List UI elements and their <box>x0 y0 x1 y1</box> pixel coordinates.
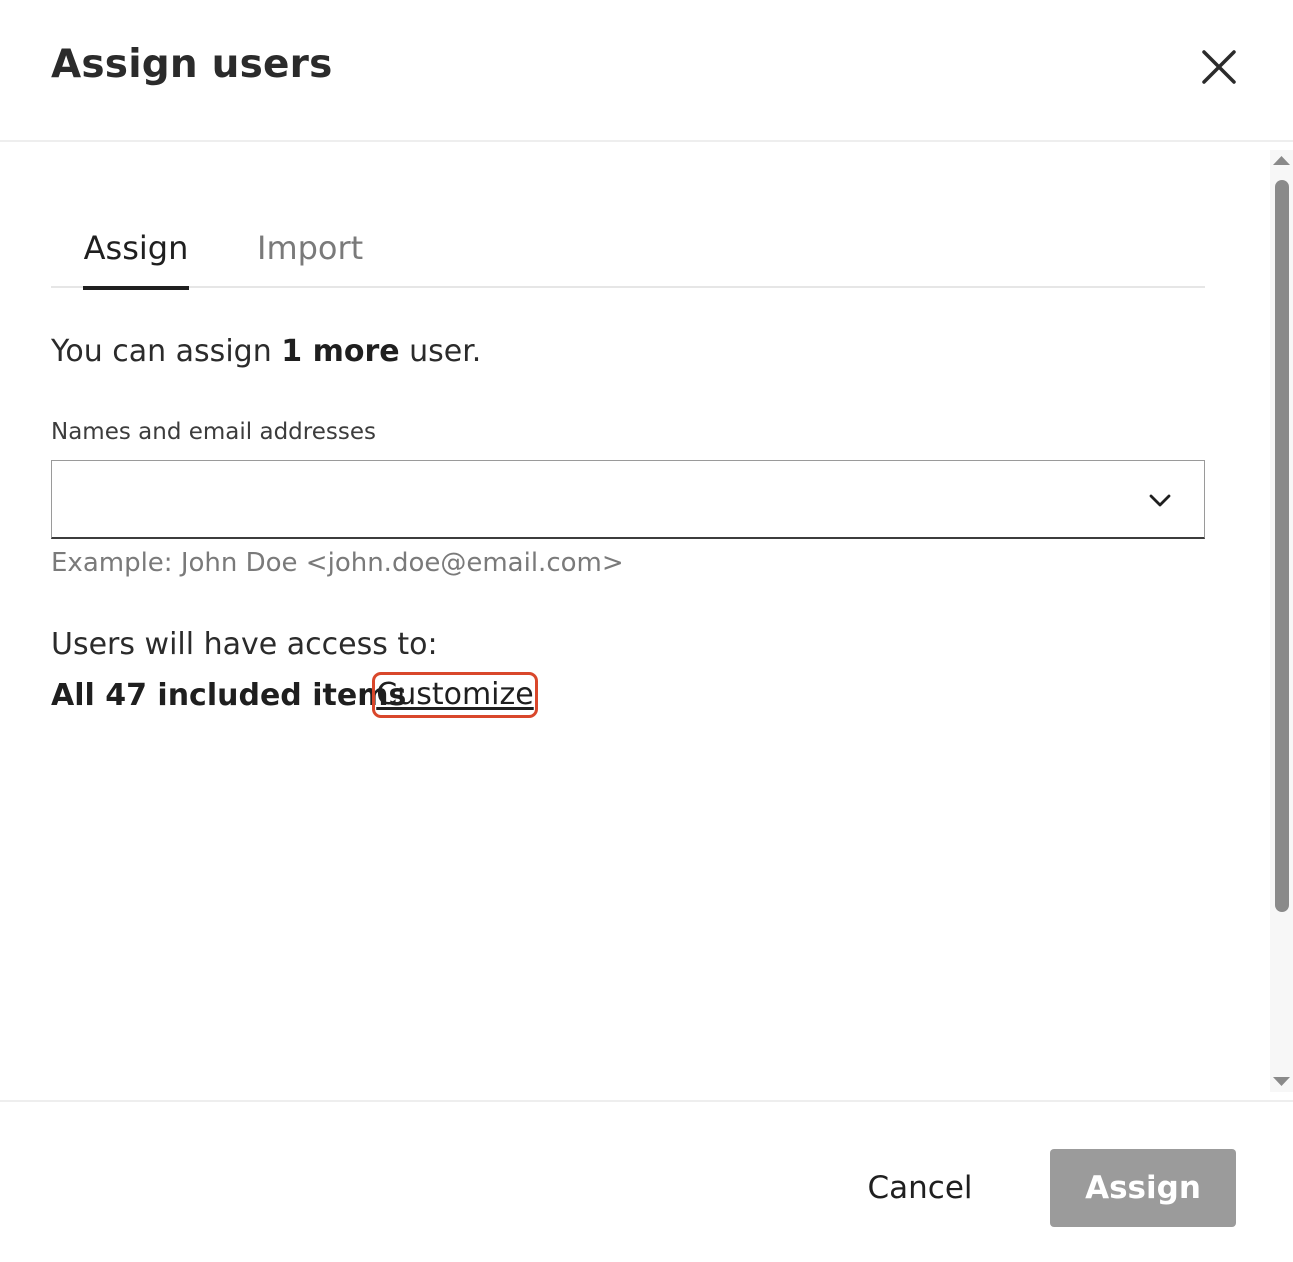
access-items-text: All 47 included items <box>51 678 407 713</box>
dialog-footer: Cancel Assign <box>0 1100 1293 1262</box>
tab-assign-label: Assign <box>83 229 189 267</box>
dialog-header: Assign users <box>0 0 1293 142</box>
quota-count: 1 more <box>281 334 400 369</box>
vertical-scrollbar[interactable] <box>1270 150 1293 1092</box>
recipients-helper-text: Example: John Doe <john.doe@email.com> <box>51 548 624 578</box>
scrollbar-thumb[interactable] <box>1275 180 1289 912</box>
customize-link[interactable]: Customize <box>372 672 538 718</box>
assign-quota-text: You can assign 1 more user. <box>51 330 481 374</box>
tab-bar: Assign Import <box>51 208 1205 290</box>
recipients-combobox[interactable] <box>51 460 1205 539</box>
active-tab-indicator <box>83 286 189 290</box>
tab-assign[interactable]: Assign <box>83 208 189 290</box>
quota-suffix: user. <box>399 334 482 369</box>
close-button[interactable] <box>1196 44 1242 90</box>
dialog-title: Assign users <box>51 42 333 87</box>
assign-users-dialog: Assign users Assign Import You can assig… <box>0 0 1293 1262</box>
tab-import[interactable]: Import <box>257 208 363 288</box>
tab-import-label: Import <box>257 229 364 267</box>
close-icon <box>1202 50 1236 84</box>
chevron-down-icon[interactable] <box>1144 485 1176 517</box>
quota-prefix: You can assign <box>51 334 282 369</box>
dialog-body: Assign Import You can assign 1 more user… <box>0 142 1293 1100</box>
scroll-down-arrow-icon[interactable] <box>1270 1072 1293 1092</box>
access-summary: All 47 included items Customize <box>51 672 538 718</box>
assign-button[interactable]: Assign <box>1050 1149 1236 1227</box>
cancel-button[interactable]: Cancel <box>850 1150 990 1226</box>
recipients-input[interactable] <box>52 461 1122 536</box>
scroll-up-arrow-icon[interactable] <box>1270 150 1293 170</box>
access-label: Users will have access to: <box>51 627 438 662</box>
recipients-label: Names and email addresses <box>51 419 376 445</box>
